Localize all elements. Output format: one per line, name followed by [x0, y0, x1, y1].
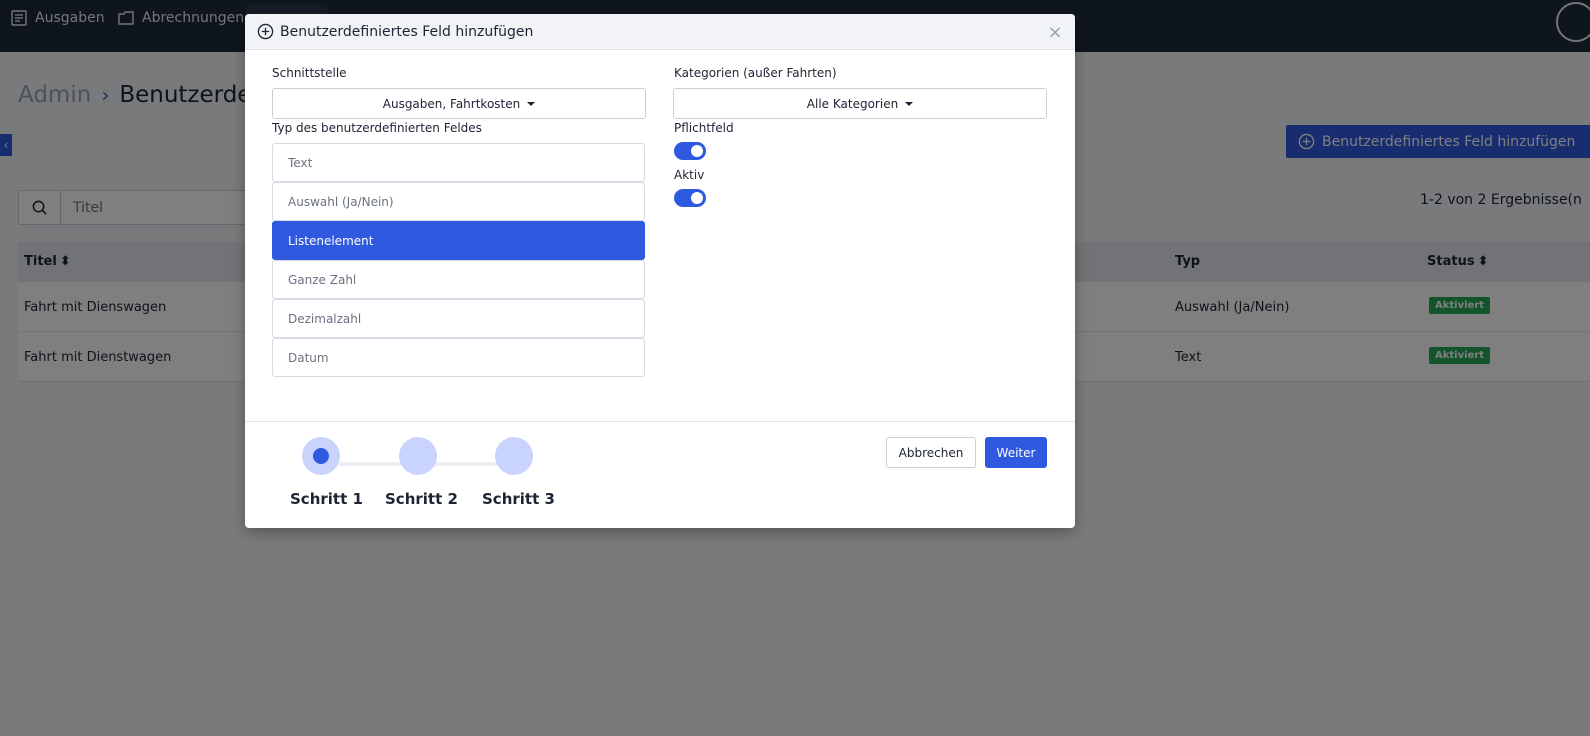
- categories-dropdown-value: Alle Kategorien: [806, 96, 899, 111]
- cancel-button[interactable]: Abbrechen: [886, 437, 976, 468]
- step-3-circle: [495, 437, 533, 475]
- field-type-label: Typ des benutzerdefinierten Feldes: [272, 121, 482, 135]
- caret-down-icon: [905, 101, 914, 106]
- active-toggle[interactable]: [674, 189, 706, 207]
- add-custom-field-modal: Benutzerdefiniertes Feld hinzufügen × Sc…: [245, 14, 1075, 528]
- step-2-label: Schritt 2: [385, 490, 458, 508]
- field-type-option-date[interactable]: Datum: [272, 338, 645, 377]
- modal-title: Benutzerdefiniertes Feld hinzufügen: [280, 23, 534, 40]
- caret-down-icon: [527, 101, 536, 106]
- field-type-option-list[interactable]: Listenelement: [272, 221, 645, 260]
- interface-dropdown[interactable]: Ausgaben, Fahrtkosten: [272, 88, 646, 119]
- step-1-label: Schritt 1: [290, 490, 363, 508]
- modal-header: Benutzerdefiniertes Feld hinzufügen ×: [245, 14, 1075, 50]
- next-button[interactable]: Weiter: [985, 437, 1047, 468]
- required-label: Pflichtfeld: [674, 121, 734, 135]
- close-icon[interactable]: ×: [1045, 22, 1065, 43]
- field-type-option-decimal[interactable]: Dezimalzahl: [272, 299, 645, 338]
- categories-label: Kategorien (außer Fahrten): [674, 66, 837, 80]
- field-type-option-text[interactable]: Text: [272, 143, 645, 182]
- field-type-list: Text Auswahl (Ja/Nein) Listenelement Gan…: [272, 143, 645, 377]
- field-type-option-boolean[interactable]: Auswahl (Ja/Nein): [272, 182, 645, 221]
- step-2-circle: [399, 437, 437, 475]
- required-toggle[interactable]: [674, 142, 706, 160]
- categories-dropdown[interactable]: Alle Kategorien: [673, 88, 1047, 119]
- current-step-dot: [313, 448, 329, 464]
- interface-label: Schnittstelle: [272, 66, 347, 80]
- interface-dropdown-value: Ausgaben, Fahrtkosten: [382, 96, 521, 111]
- active-label: Aktiv: [674, 168, 705, 182]
- plus-circle-icon: [257, 23, 274, 40]
- field-type-option-integer[interactable]: Ganze Zahl: [272, 260, 645, 299]
- modal-footer: Schritt 1 Schritt 2 Schritt 3 Abbrechen …: [245, 421, 1075, 528]
- step-1-circle: [302, 437, 340, 475]
- step-3-label: Schritt 3: [482, 490, 555, 508]
